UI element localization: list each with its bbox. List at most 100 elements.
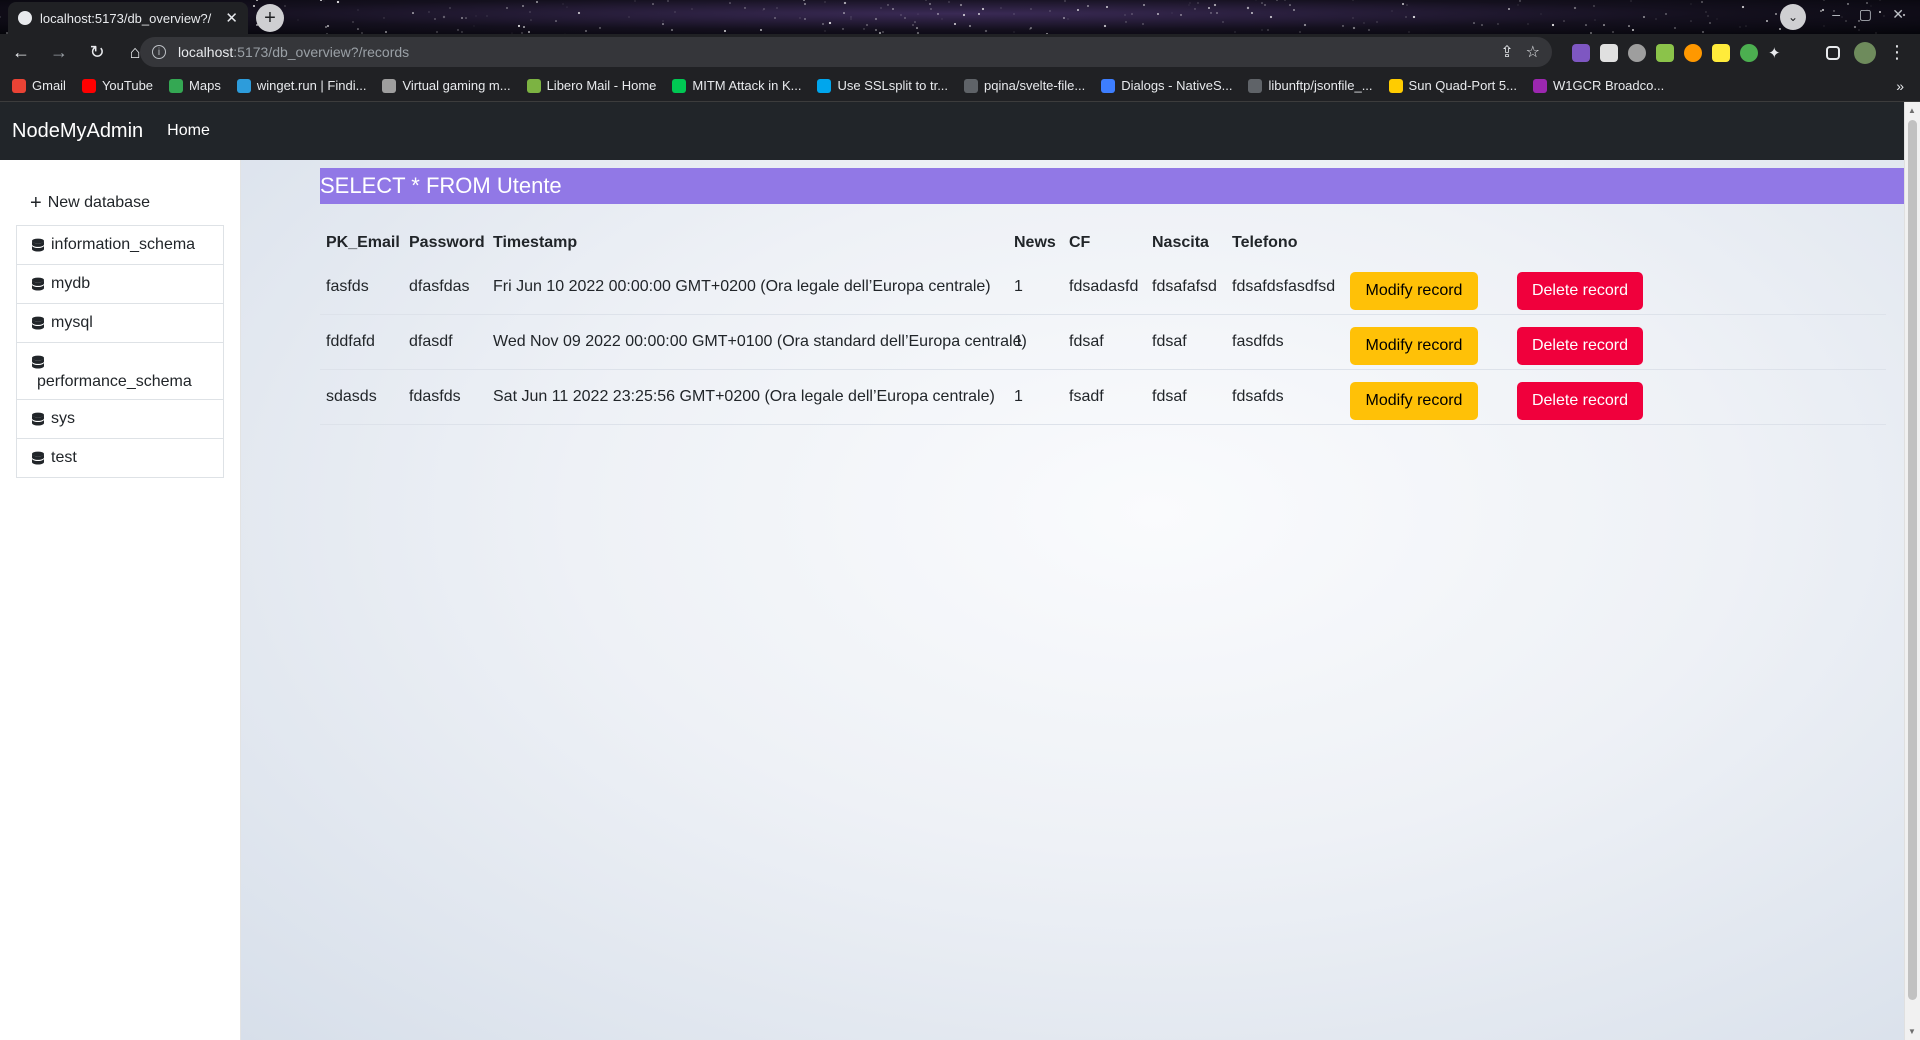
bookmark-favicon-icon: [817, 78, 832, 93]
scroll-up-arrow-icon[interactable]: ▲: [1908, 106, 1916, 115]
sidebar-item-performance-schema[interactable]: performance_schema: [16, 342, 224, 400]
sidebar-item-sys[interactable]: sys: [16, 399, 224, 439]
star-dot: [284, 5, 286, 7]
star-dot: [1406, 4, 1408, 6]
browser-tab[interactable]: localhost:5173/db_overview?/ ✕: [8, 2, 248, 34]
delete-record-button[interactable]: Delete record: [1517, 382, 1643, 420]
star-dot: [671, 29, 673, 31]
sidebar-item-information-schema[interactable]: information_schema: [16, 225, 224, 265]
database-sidebar: + New database information_schemamydb mys…: [0, 160, 241, 1040]
star-dot: [585, 30, 587, 32]
database-label: mydb: [51, 275, 91, 292]
star-dot: [1705, 11, 1707, 13]
star-dot: [1143, 4, 1145, 6]
star-dot: [803, 0, 805, 1]
star-dot: [555, 20, 557, 22]
bookmark-item[interactable]: W1GCR Broadco...: [1532, 78, 1664, 93]
table-row: fddfafd dfasdf Wed Nov 09 2022 00:00:00 GM…: [320, 315, 1886, 370]
star-dot: [1029, 28, 1031, 30]
delete-record-button[interactable]: Delete record: [1517, 272, 1643, 310]
bookmark-item[interactable]: winget.run | Findi...: [236, 78, 366, 93]
modify-record-button[interactable]: Modify record: [1350, 382, 1478, 420]
address-bar[interactable]: i localhost:5173/db_overview?/records ⇪ …: [140, 37, 1552, 67]
new-database-button[interactable]: + New database: [30, 193, 150, 213]
minimize-window-icon[interactable]: ‒: [1832, 6, 1840, 22]
bookmark-item[interactable]: Maps: [169, 78, 221, 93]
star-dot: [1551, 23, 1555, 27]
scroll-down-arrow-icon[interactable]: ▼: [1908, 1027, 1916, 1036]
bookmark-item[interactable]: pqina/svelte-file...: [964, 78, 1085, 93]
star-dot: [850, 16, 852, 18]
star-dot: [776, 7, 778, 9]
extension-icon[interactable]: [1656, 44, 1674, 62]
page-scrollbar[interactable]: ▲ ▼: [1904, 102, 1920, 1040]
reload-icon[interactable]: ↻: [80, 35, 114, 69]
table-cell: 1: [1014, 278, 1023, 295]
profile-avatar[interactable]: [1854, 42, 1876, 64]
modify-record-button[interactable]: Modify record: [1350, 327, 1478, 365]
extension-icon[interactable]: [1572, 44, 1590, 62]
star-dot: [336, 0, 340, 4]
database-icon: [31, 277, 45, 293]
extension-icon[interactable]: [1712, 44, 1730, 62]
bookmark-item[interactable]: Gmail: [12, 78, 66, 93]
star-dot: [1408, 31, 1410, 33]
bookmark-item[interactable]: Dialogs - NativeS...: [1101, 78, 1232, 93]
share-icon[interactable]: ⇪: [1500, 42, 1513, 62]
star-dot: [930, 8, 932, 10]
star-dot: [1473, 22, 1475, 24]
browser-menu-icon[interactable]: ⋮: [1888, 42, 1906, 63]
back-arrow-icon[interactable]: ←: [4, 35, 38, 69]
extension-icon[interactable]: [1628, 44, 1646, 62]
more-bookmarks-icon[interactable]: »: [1896, 78, 1904, 94]
bookmark-favicon-icon: [81, 78, 96, 93]
puzzle-extensions-icon[interactable]: ✦: [1768, 44, 1786, 62]
extension-icon[interactable]: [1740, 44, 1758, 62]
table-cell: fdsaf: [1152, 388, 1187, 405]
sidebar-item-mydb[interactable]: mydb: [16, 264, 224, 304]
bookmark-item[interactable]: libunftp/jsonfile_...: [1248, 78, 1373, 93]
bookmark-item[interactable]: Use SSLsplit to tr...: [817, 78, 948, 93]
site-info-icon[interactable]: i: [152, 45, 166, 59]
bookmark-item[interactable]: YouTube: [81, 78, 153, 93]
tab-search-chevron-icon[interactable]: ⌄: [1780, 4, 1806, 30]
bookmark-item[interactable]: Sun Quad-Port 5...: [1388, 78, 1517, 93]
column-header: CF: [1069, 234, 1091, 251]
star-dot: [1267, 29, 1269, 31]
star-dot: [882, 31, 884, 33]
bookmarks-bar: Gmail YouTube Maps winget.run | Findi... Vir…: [0, 70, 1920, 102]
bookmark-item[interactable]: MITM Attack in K...: [672, 78, 801, 93]
sidebar-item-test[interactable]: test: [16, 438, 224, 478]
star-dot: [874, 17, 878, 21]
browser-toolbar: ← → ↻ ⌂ i localhost:5173/db_overview?/re…: [0, 34, 1920, 70]
star-dot: [536, 1, 538, 3]
star-dot: [984, 29, 988, 33]
nav-home-link[interactable]: Home: [167, 122, 210, 140]
delete-record-button[interactable]: Delete record: [1517, 327, 1643, 365]
address-url[interactable]: localhost:5173/db_overview?/records: [178, 44, 1488, 60]
bookmark-star-icon[interactable]: ☆: [1526, 42, 1540, 62]
table-cell: 1: [1014, 388, 1023, 405]
close-window-icon[interactable]: ✕: [1892, 6, 1904, 23]
extension-icon[interactable]: [1684, 44, 1702, 62]
scrollbar-thumb[interactable]: [1908, 120, 1917, 1000]
maximize-window-icon[interactable]: ▢: [1859, 6, 1872, 23]
star-dot: [412, 12, 414, 14]
close-tab-icon[interactable]: ✕: [225, 9, 238, 27]
new-tab-button[interactable]: +: [256, 4, 284, 32]
forward-arrow-icon[interactable]: →: [42, 35, 76, 69]
bookmark-item[interactable]: Libero Mail - Home: [526, 78, 656, 93]
bookmark-item[interactable]: Virtual gaming m...: [382, 78, 511, 93]
sidebar-item-mysql[interactable]: mysql: [16, 303, 224, 343]
extension-icon[interactable]: [1600, 44, 1618, 62]
side-panel-icon[interactable]: [1826, 46, 1840, 60]
star-dot: [1702, 31, 1704, 33]
app-brand[interactable]: NodeMyAdmin: [12, 120, 143, 143]
star-dot: [357, 28, 359, 30]
modify-record-button[interactable]: Modify record: [1350, 272, 1478, 310]
star-dot: [691, 8, 693, 10]
star-dot: [1883, 15, 1885, 17]
app-navbar: NodeMyAdmin Home: [0, 102, 1904, 160]
bookmark-label: Use SSLsplit to tr...: [837, 78, 949, 93]
star-dot: [323, 0, 325, 2]
